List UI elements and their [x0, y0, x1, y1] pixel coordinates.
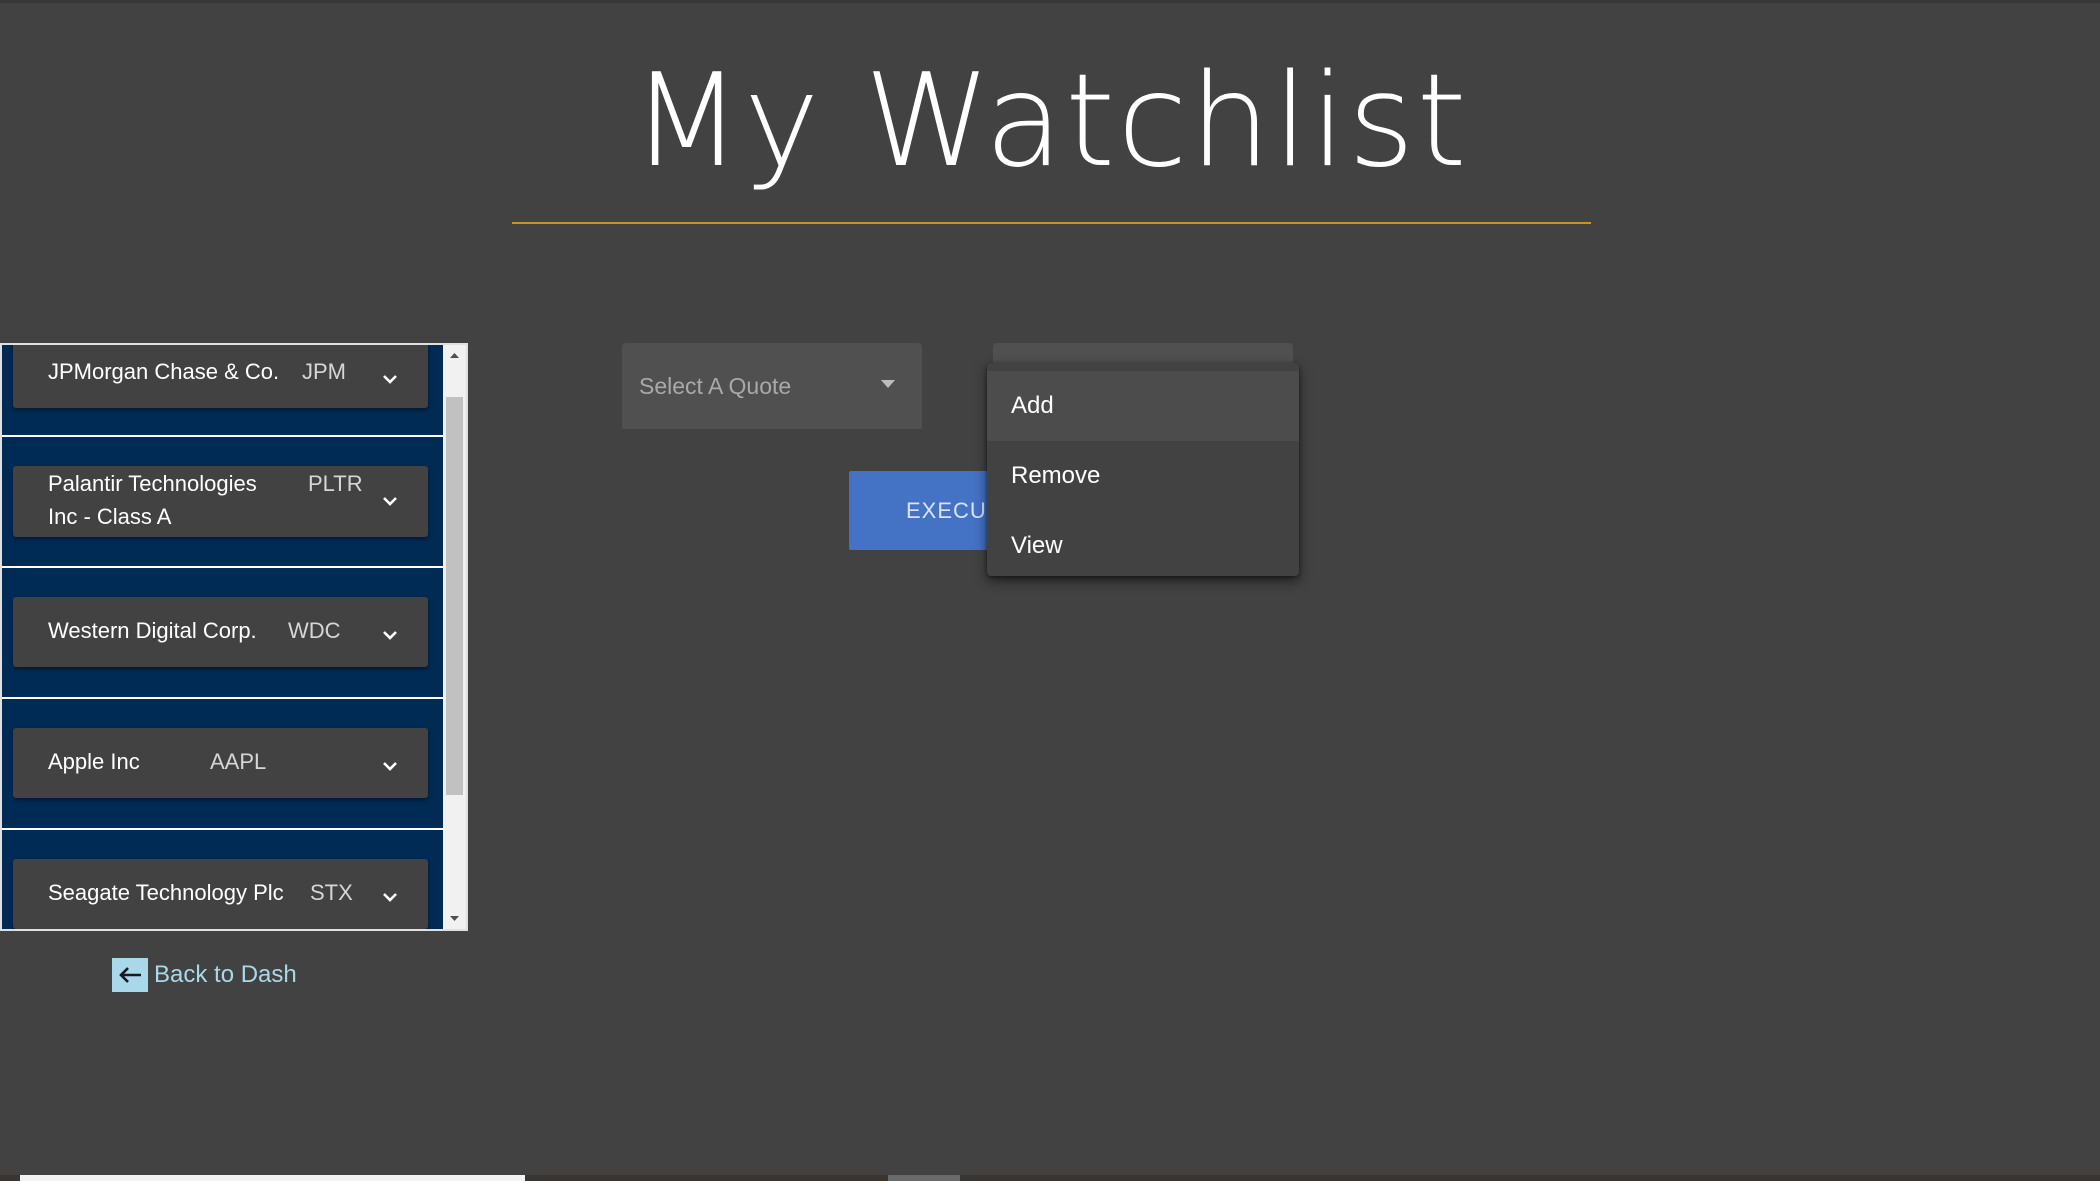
watchlist-card-jpm[interactable]: JPMorgan Chase & Co. JPM [13, 345, 428, 408]
card-company-name-line-1: Palantir Technologies [48, 471, 257, 496]
bottom-scrollbar-thumb[interactable] [888, 1175, 960, 1181]
action-dropdown-menu: Add Remove View [987, 363, 1299, 576]
chevron-down-icon[interactable] [379, 368, 401, 390]
bottom-scrollbar-track [20, 1175, 525, 1181]
card-symbol: PLTR [308, 471, 363, 496]
scroll-up-arrow-icon[interactable] [443, 345, 466, 367]
chevron-down-icon[interactable] [379, 886, 401, 908]
card-company-name: Western Digital Corp. [48, 618, 257, 643]
chevron-down-icon[interactable] [379, 755, 401, 777]
list-item: Palantir Technologies Inc - Class A PLTR [2, 437, 443, 566]
list-item: Seagate Technology Plc STX [2, 830, 443, 929]
caret-down-icon [880, 379, 896, 389]
top-edge [0, 0, 2100, 3]
card-symbol: AAPL [210, 749, 267, 774]
watchlist-card-stx[interactable]: Seagate Technology Plc STX [13, 859, 428, 929]
card-symbol: JPM [302, 359, 346, 384]
watchlist-scrollbar[interactable] [443, 345, 466, 929]
watchlist-panel: JPMorgan Chase & Co. JPM Palantir Techno… [0, 343, 468, 931]
back-to-dash-label[interactable]: Back to Dash [154, 961, 297, 989]
card-symbol: STX [310, 880, 353, 905]
watchlist-card-wdc[interactable]: Western Digital Corp. WDC [13, 597, 428, 667]
chevron-down-icon[interactable] [379, 624, 401, 646]
list-item: Apple Inc AAPL [2, 699, 443, 828]
list-item: Western Digital Corp. WDC [2, 568, 443, 697]
menu-item-view[interactable]: View [987, 511, 1299, 581]
title-divider [512, 222, 1591, 224]
menu-item-add[interactable]: Add [987, 371, 1299, 441]
quote-select-placeholder: Select A Quote [639, 373, 792, 399]
card-company-name: JPMorgan Chase & Co. [48, 359, 280, 384]
card-company-name: Apple Inc [48, 749, 140, 774]
watchlist-card-pltr[interactable]: Palantir Technologies Inc - Class A PLTR [13, 466, 428, 537]
menu-item-remove[interactable]: Remove [987, 441, 1299, 511]
quote-select[interactable]: Select A Quote [622, 343, 922, 429]
card-company-name-line-2: Inc - Class A [48, 504, 172, 529]
watchlist-card-aapl[interactable]: Apple Inc AAPL [13, 728, 428, 798]
card-company-name: Seagate Technology Plc [48, 880, 284, 905]
watchlist-list: JPMorgan Chase & Co. JPM Palantir Techno… [2, 345, 443, 929]
card-symbol: WDC [288, 618, 341, 643]
chevron-down-icon[interactable] [379, 490, 401, 512]
list-item: JPMorgan Chase & Co. JPM [2, 345, 443, 435]
arrow-left-icon[interactable] [112, 958, 148, 992]
scroll-down-arrow-icon[interactable] [443, 907, 466, 929]
scrollbar-thumb[interactable] [446, 397, 463, 795]
back-to-dash-link[interactable]: Back to Dash [112, 958, 297, 992]
page-title: My Watchlist [631, 47, 1469, 196]
